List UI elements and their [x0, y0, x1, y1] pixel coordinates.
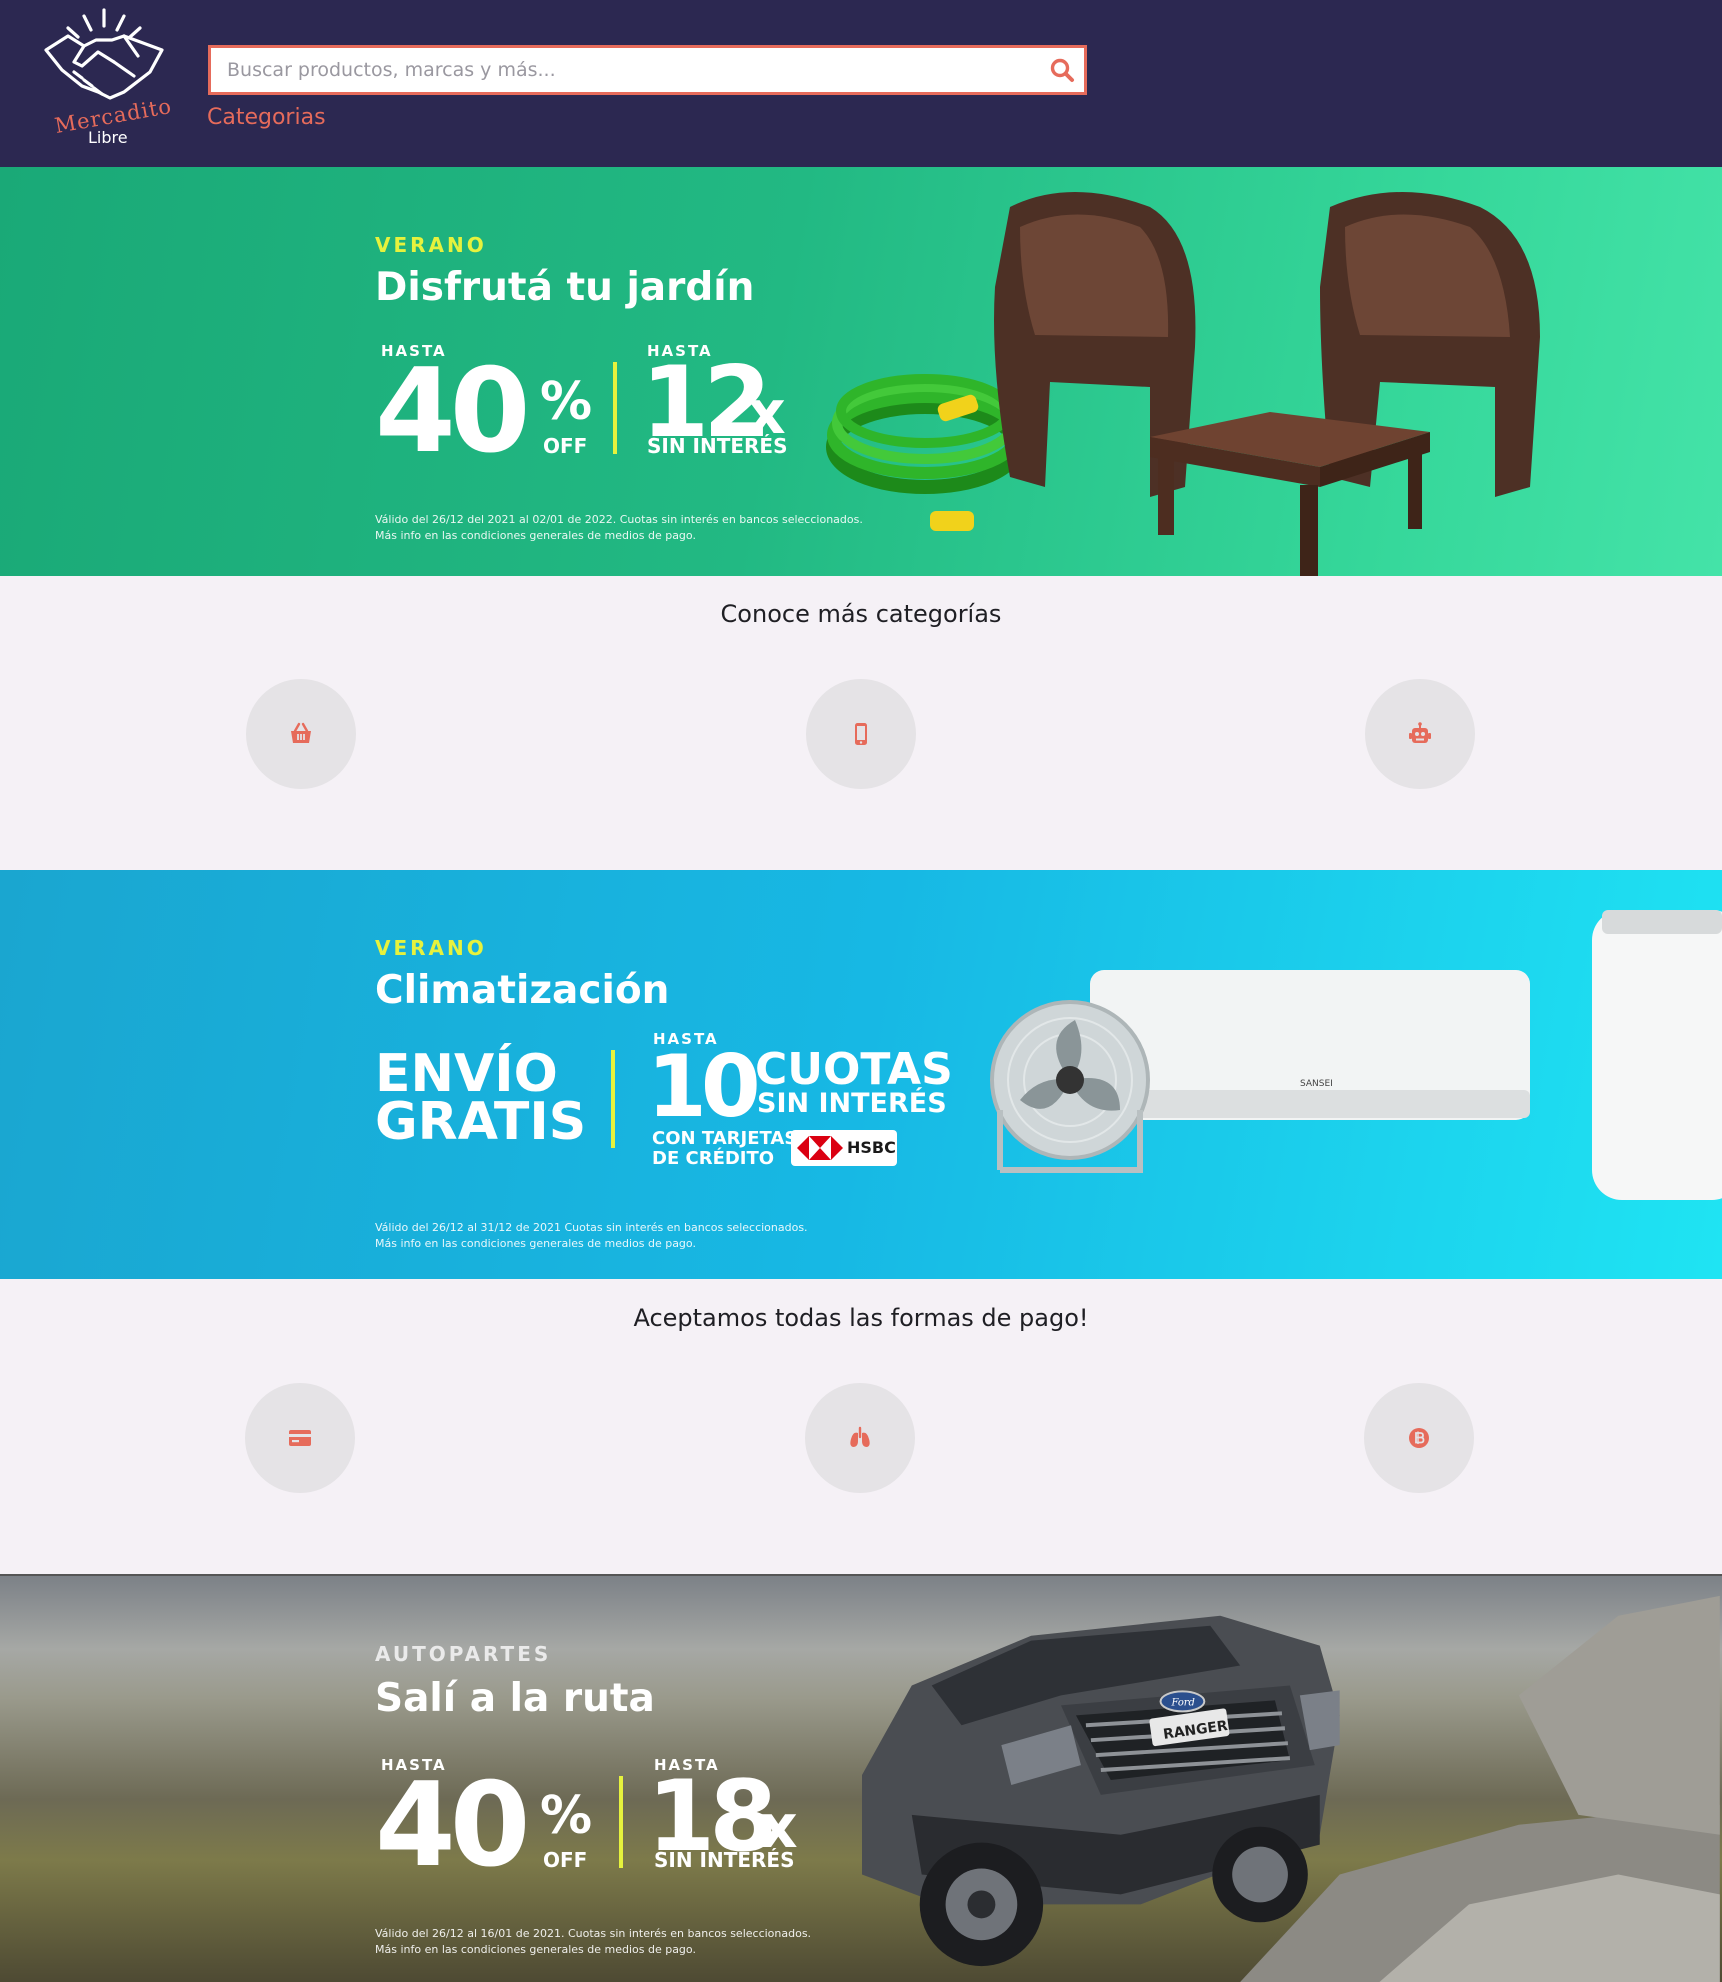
promo-banner-climate[interactable]: VERANO Climatización ENVÍO GRATIS HASTA … [0, 870, 1722, 1279]
offer-percent-sign: % [540, 1786, 593, 1846]
pickup-truck-icon [862, 1615, 1340, 1967]
robot-icon [1409, 722, 1431, 743]
banner-offer: HASTA 40 % OFF HASTA 18 x SIN INTERÉS [375, 1756, 845, 1884]
banner-headline: Disfrutá tu jardín [375, 265, 755, 310]
offer-off-label: OFF [543, 1848, 588, 1872]
bitcoin-icon [1409, 1428, 1429, 1448]
categories-section-title: Conoce más categorías [720, 600, 1002, 628]
search-bar [208, 45, 1087, 95]
payments-section-title: Aceptamos todas las formas de pago! [633, 1304, 1089, 1332]
offer-percent-sign: % [540, 372, 593, 432]
offer-card-line-1: CON TARJETAS [652, 1128, 798, 1149]
search-input[interactable] [227, 48, 1037, 92]
floor-fan-icon [990, 1000, 1150, 1173]
handshake-logo-icon [44, 8, 164, 100]
banner-headline: Climatización [375, 968, 670, 1013]
garden-hose-icon [826, 374, 1024, 531]
payment-button-lungs[interactable] [805, 1383, 915, 1493]
category-button-phones[interactable] [806, 679, 916, 789]
banner-headline: Salí a la ruta [375, 1676, 655, 1721]
search-button[interactable] [1048, 56, 1076, 84]
air-conditioning-products-image: SANSEI [990, 910, 1722, 1200]
banner-offer: HASTA 40 % OFF HASTA 12 x SIN INTERÉS [375, 342, 835, 470]
portable-air-conditioner-icon [1592, 910, 1722, 1200]
lungs-icon [850, 1426, 870, 1447]
offer-no-interest: SIN INTERÉS [654, 1848, 795, 1872]
offer-installments-number: 10 [647, 1037, 761, 1137]
offer-free-shipping-2: GRATIS [375, 1092, 587, 1152]
credit-card-icon [289, 1430, 311, 1446]
garden-furniture-image [826, 192, 1540, 576]
bank-name: HSBC [847, 1138, 896, 1157]
payment-button-card[interactable] [245, 1383, 355, 1493]
offer-divider [613, 362, 617, 454]
offer-divider [611, 1050, 615, 1148]
hsbc-hexagon-icon [797, 1136, 843, 1160]
brand-subname: Libre [88, 128, 128, 147]
banner-offer: ENVÍO GRATIS HASTA 10 CUOTAS SIN INTERÉS… [375, 1030, 953, 1180]
banner-legal-2: Más info en las condiciones generales de… [375, 529, 696, 542]
category-button-toys[interactable] [1365, 679, 1475, 789]
banner-legal-1: Válido del 26/12 al 31/12 de 2021 Cuotas… [375, 1221, 808, 1234]
banner-kicker: VERANO [375, 233, 487, 257]
banner-copy: VERANO Climatización ENVÍO GRATIS HASTA … [375, 870, 953, 1279]
banner-legal-2: Más info en las condiciones generales de… [375, 1237, 696, 1250]
payment-button-bitcoin[interactable] [1364, 1383, 1474, 1493]
banner-kicker: VERANO [375, 936, 487, 960]
offer-cuotas: CUOTAS [755, 1044, 953, 1095]
truck-brand-badge: Ford [1170, 1697, 1194, 1708]
offer-discount-number: 40 [375, 344, 530, 479]
basket-icon [291, 722, 311, 743]
pickup-truck-image: RANGER Ford [862, 1595, 1720, 1982]
mobile-phone-icon [855, 723, 867, 745]
offer-card-line-2: DE CRÉDITO [652, 1148, 775, 1169]
offer-no-interest: SIN INTERÉS [757, 1088, 947, 1119]
categories-link[interactable]: Categorias [207, 105, 326, 130]
search-icon [1050, 58, 1074, 82]
promo-banner-autoparts[interactable]: AUTOPARTES Salí a la ruta HASTA 40 % OFF… [0, 1574, 1722, 1982]
offer-no-interest: SIN INTERÉS [647, 434, 788, 458]
banner-legal-1: Válido del 26/12 del 2021 al 02/01 de 20… [375, 513, 863, 526]
brand-logo[interactable]: Mercadito Libre [38, 6, 174, 147]
category-button-supermarket[interactable] [246, 679, 356, 789]
site-header: Mercadito Libre Categorias [0, 0, 1722, 167]
banner-legal-1: Válido del 26/12 al 16/01 de 2021. Cuota… [375, 1927, 812, 1940]
promo-banner-garden[interactable]: VERANO Disfrutá tu jardín HASTA 40 % OFF… [0, 167, 1722, 576]
banner-legal-2: Más info en las condiciones generales de… [375, 1943, 696, 1956]
offer-divider [619, 1776, 623, 1868]
air-conditioner-icon: SANSEI [1090, 970, 1530, 1120]
banner-kicker: AUTOPARTES [375, 1642, 552, 1666]
svg-text:SANSEI: SANSEI [1300, 1079, 1333, 1089]
bank-logo-badge: HSBC [791, 1130, 897, 1166]
offer-discount-number: 40 [375, 1758, 530, 1893]
offer-off-label: OFF [543, 434, 588, 458]
side-table-icon [1150, 412, 1430, 576]
